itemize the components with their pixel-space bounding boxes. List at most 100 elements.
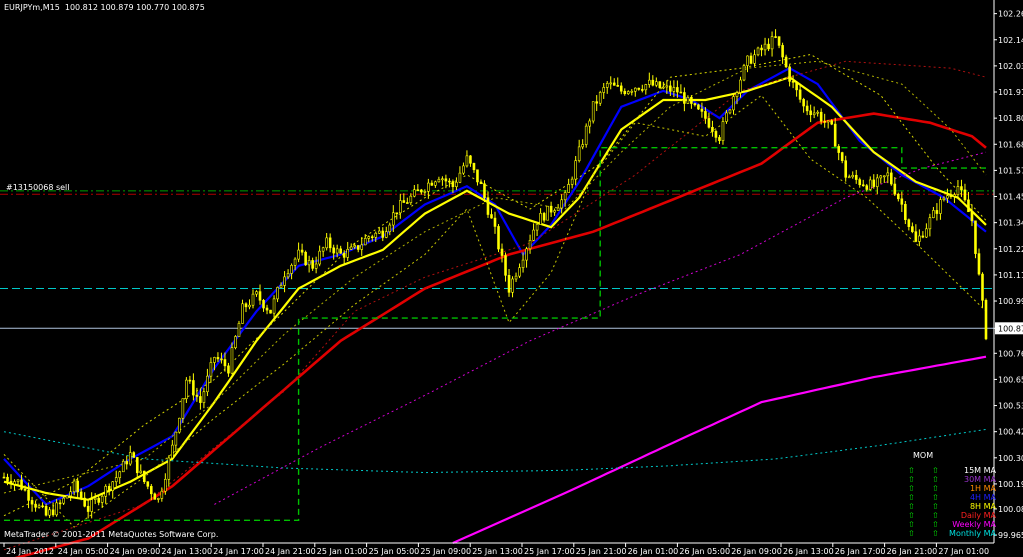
price-tick-label: 101.110	[998, 271, 1023, 280]
candle-body	[65, 495, 69, 499]
candle-body	[434, 181, 437, 186]
candle-body	[360, 244, 364, 250]
candle-body	[830, 120, 833, 125]
candle-body	[823, 120, 826, 123]
candle-body	[244, 303, 248, 308]
candle-body	[844, 160, 848, 178]
candle-body	[602, 87, 606, 93]
candle-body	[304, 251, 307, 266]
candle-body	[199, 396, 202, 403]
candle-body	[62, 497, 65, 504]
order-label: #13150068 sell	[6, 183, 70, 192]
candle-body	[570, 178, 574, 185]
candle-body	[942, 197, 946, 200]
candle-body	[142, 470, 146, 483]
candle-body	[553, 210, 556, 213]
candle-body	[455, 181, 458, 187]
time-tick-label: 25 Jan 09:00	[420, 547, 471, 556]
legend-item: ⇧ ⇧ Daily MA	[906, 511, 996, 520]
candle-body	[644, 84, 648, 91]
candle-body	[153, 493, 157, 500]
candle-body	[448, 180, 451, 183]
candle-body	[93, 497, 97, 500]
candle-body	[756, 47, 760, 56]
candle-body	[700, 108, 704, 112]
candle-body	[44, 505, 48, 516]
candle-body	[300, 249, 304, 253]
candle-body	[451, 181, 455, 187]
candle-body	[921, 235, 925, 238]
candle-body	[630, 90, 634, 93]
candle-body	[339, 248, 342, 254]
legend-item: ⇧ ⇧ 30M MA	[906, 475, 996, 484]
candle-body	[626, 91, 630, 95]
momentum-up-arrow-icon: ⇧	[908, 520, 915, 529]
candle-body	[192, 380, 195, 396]
candle-body	[437, 179, 441, 183]
legend-item: ⇧ ⇧ 4H MA	[906, 493, 996, 502]
candle-body	[690, 97, 693, 104]
candle-body	[795, 81, 798, 91]
candle-body	[925, 228, 928, 238]
candle-body	[51, 509, 55, 516]
candle-body	[269, 309, 272, 314]
candle-body	[86, 505, 90, 512]
candle-body	[718, 137, 721, 141]
candle-body	[258, 291, 262, 301]
candle-body	[181, 398, 185, 419]
candle-body	[679, 91, 683, 94]
candle-body	[314, 263, 318, 269]
time-tick-label: 25 Jan 17:00	[524, 547, 575, 556]
candle-body	[185, 379, 188, 399]
momentum-up-arrow-icon: ⇧	[932, 529, 939, 538]
candle-body	[897, 193, 900, 200]
candle-body	[472, 162, 476, 171]
candle-body	[732, 96, 735, 111]
candle-body	[413, 189, 416, 197]
candle-body	[174, 431, 178, 446]
legend-label: Daily MA	[960, 511, 996, 520]
momentum-up-arrow-icon: ⇧	[932, 511, 939, 520]
candle-body	[532, 229, 535, 241]
candle-body	[525, 248, 528, 261]
time-tick-label: 26 Jan 13:00	[783, 547, 834, 556]
candle-body	[465, 155, 469, 167]
candle-body	[286, 273, 290, 278]
candle-body	[546, 205, 549, 221]
candle-body	[960, 186, 963, 191]
time-tick-label: 25 Jan 01:00	[317, 547, 368, 556]
price-tick-label: 101.915	[998, 88, 1023, 97]
candle-body	[441, 178, 444, 181]
time-tick-label: 26 Jan 01:00	[628, 547, 679, 556]
candle-body	[805, 105, 809, 112]
candle-body	[128, 452, 132, 465]
candle-body	[90, 499, 93, 512]
time-axis: 24 Jan 2012 24 Jan 05:00 24 Jan 09:00 24 Ja…	[0, 542, 994, 556]
candle-body	[279, 285, 283, 288]
momentum-up-arrow-icon: ⇧	[932, 502, 939, 511]
candle-body	[262, 299, 265, 309]
price-chart[interactable]: 102.260 102.145 102.030 101.915 101.800 101.6…	[0, 0, 1023, 557]
candle-body	[854, 175, 858, 180]
candle-body	[504, 255, 507, 276]
candle-body	[598, 92, 602, 104]
candle-body	[865, 185, 869, 190]
candle-body	[840, 152, 844, 161]
candle-body	[633, 87, 637, 92]
candle-body	[882, 175, 886, 178]
candle-body	[739, 79, 742, 93]
chart-header: EURJPYm,M15 100.812 100.879 100.770 100.…	[4, 3, 205, 12]
time-tick-label: 25 Jan 13:00	[472, 547, 523, 556]
candle-body	[150, 486, 153, 495]
price-tick-label: 101.800	[998, 114, 1023, 123]
candle-body	[637, 87, 641, 90]
candle-body	[406, 202, 409, 204]
candle-body	[584, 125, 588, 145]
time-tick-label: 24 Jan 17:00	[213, 547, 264, 556]
candle-body	[640, 89, 644, 91]
momentum-up-arrow-icon: ⇧	[932, 475, 939, 484]
candle-body	[223, 359, 227, 367]
candle-body	[725, 112, 728, 122]
price-axis: 102.260 102.145 102.030 101.915 101.800 101.6…	[993, 0, 1023, 543]
legend-item: ⇧ ⇧ 15M MA	[906, 466, 996, 475]
